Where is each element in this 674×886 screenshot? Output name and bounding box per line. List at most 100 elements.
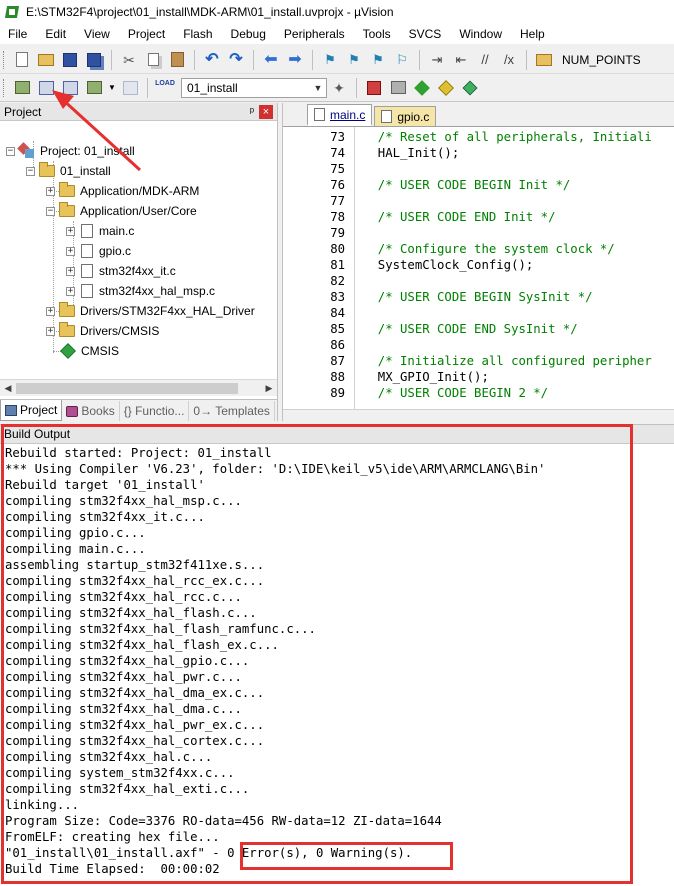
cut-button[interactable]: ✂: [118, 49, 140, 71]
close-icon[interactable]: ×: [259, 104, 273, 119]
code-line[interactable]: 80 /* Configure the system clock */: [283, 241, 674, 257]
manage-packs-button[interactable]: [387, 77, 409, 99]
code-line[interactable]: 85 /* USER CODE END SysInit */: [283, 321, 674, 337]
code-line[interactable]: 82: [283, 273, 674, 289]
redo-button[interactable]: ↷: [225, 49, 247, 71]
tree-group-mdk-arm[interactable]: + Application/MDK-ARM: [46, 181, 199, 201]
menu-debug[interactable]: Debug: [222, 27, 275, 41]
menu-edit[interactable]: Edit: [36, 27, 75, 41]
save-button[interactable]: [59, 49, 81, 71]
collapse-icon[interactable]: −: [6, 146, 15, 156]
tree-target[interactable]: − 01_install: [26, 161, 111, 181]
menu-help[interactable]: Help: [511, 27, 554, 41]
bookmark-prev-button[interactable]: ⚑: [343, 49, 365, 71]
navigate-forward-button[interactable]: ➡: [284, 49, 306, 71]
code-line[interactable]: 89 /* USER CODE BEGIN 2 */: [283, 385, 674, 401]
menu-flash[interactable]: Flash: [174, 27, 221, 41]
pack-installer-button[interactable]: [435, 77, 457, 99]
menu-file[interactable]: File: [0, 27, 36, 41]
rebuild-button[interactable]: [59, 77, 81, 99]
translate-button[interactable]: [11, 77, 33, 99]
tree-file-main[interactable]: + main.c: [66, 221, 134, 241]
menu-svcs[interactable]: SVCS: [400, 27, 451, 41]
menu-peripherals[interactable]: Peripherals: [275, 27, 354, 41]
undo-button[interactable]: ↶: [201, 49, 223, 71]
code-line[interactable]: 81 SystemClock_Config();: [283, 257, 674, 273]
stop-build-button[interactable]: [119, 77, 141, 99]
tree-group-hal-driver[interactable]: + Drivers/STM32F4xx_HAL_Driver: [46, 301, 255, 321]
menu-window[interactable]: Window: [450, 27, 511, 41]
code-line[interactable]: 74 HAL_Init();: [283, 145, 674, 161]
code-line[interactable]: 87 /* Initialize all configured peripher: [283, 353, 674, 369]
editor-tab-gpio-c[interactable]: gpio.c: [374, 106, 437, 126]
file-extensions-button[interactable]: [363, 77, 385, 99]
code-line[interactable]: 77: [283, 193, 674, 209]
code-line[interactable]: 76 /* USER CODE BEGIN Init */: [283, 177, 674, 193]
expand-icon[interactable]: +: [46, 306, 55, 316]
uncomment-button[interactable]: /x: [498, 49, 520, 71]
code-line[interactable]: 75: [283, 161, 674, 177]
batch-build-dropdown[interactable]: ▼: [107, 77, 117, 99]
editor-tab-main-c[interactable]: main.c: [307, 104, 373, 126]
tree-group-cmsis-drivers[interactable]: + Drivers/CMSIS: [46, 321, 159, 341]
collapse-icon[interactable]: −: [26, 166, 35, 176]
scroll-right-icon[interactable]: ▶: [261, 380, 277, 396]
expand-icon[interactable]: +: [66, 266, 75, 276]
scroll-thumb[interactable]: [16, 382, 238, 394]
target-select[interactable]: 01_install ▼: [181, 77, 327, 98]
code-line[interactable]: 73 /* Reset of all peripherals, Initiali: [283, 129, 674, 145]
navigate-back-button[interactable]: ⬅: [260, 49, 282, 71]
code-line[interactable]: 78 /* USER CODE END Init */: [283, 209, 674, 225]
indent-button[interactable]: ⇥: [426, 49, 448, 71]
expand-icon[interactable]: +: [66, 226, 75, 236]
pin-icon[interactable]: ᵖ: [245, 106, 259, 118]
comment-button[interactable]: //: [474, 49, 496, 71]
select-software-packs-button[interactable]: [459, 77, 481, 99]
tab-books[interactable]: Books: [62, 401, 120, 421]
menu-view[interactable]: View: [75, 27, 119, 41]
paste-button[interactable]: [166, 49, 188, 71]
tree-cmsis[interactable]: CMSIS: [59, 341, 119, 361]
build-button[interactable]: [35, 77, 57, 99]
tree-file-it[interactable]: + stm32f4xx_it.c: [66, 261, 176, 281]
expand-icon[interactable]: +: [66, 286, 75, 296]
open-file-button[interactable]: [35, 49, 57, 71]
find-combo-text[interactable]: NUM_POINTS: [562, 53, 641, 67]
project-horizontal-scrollbar[interactable]: ◀ ▶: [0, 379, 277, 396]
scroll-left-icon[interactable]: ◀: [0, 380, 16, 396]
code-line[interactable]: 86: [283, 337, 674, 353]
tab-project[interactable]: Project: [0, 400, 63, 421]
download-button[interactable]: LOAD: [154, 77, 176, 99]
tree-project-root[interactable]: − Project: 01_install: [6, 141, 135, 161]
new-file-button[interactable]: [11, 49, 33, 71]
editor-horizontal-scrollbar[interactable]: [283, 409, 674, 421]
tree-file-gpio[interactable]: + gpio.c: [66, 241, 131, 261]
unindent-button[interactable]: ⇤: [450, 49, 472, 71]
expand-icon[interactable]: +: [66, 246, 75, 256]
tree-file-hal-msp[interactable]: + stm32f4xx_hal_msp.c: [66, 281, 215, 301]
scroll-track[interactable]: [16, 381, 261, 396]
expand-icon[interactable]: +: [46, 186, 55, 196]
tree-group-user-core[interactable]: − Application/User/Core: [46, 201, 197, 221]
batch-build-button[interactable]: [83, 77, 105, 99]
code-line[interactable]: 84: [283, 305, 674, 321]
bookmark-toggle-button[interactable]: ⚑: [319, 49, 341, 71]
expand-icon[interactable]: +: [46, 326, 55, 336]
menu-tools[interactable]: Tools: [354, 27, 400, 41]
save-all-button[interactable]: [83, 49, 105, 71]
code-line[interactable]: 88 MX_GPIO_Init();: [283, 369, 674, 385]
tab-templates[interactable]: 0→ Templates: [189, 401, 275, 421]
bookmark-clear-button[interactable]: ⚐: [391, 49, 413, 71]
copy-button[interactable]: [142, 49, 164, 71]
code-area[interactable]: 73 /* Reset of all peripherals, Initiali…: [283, 127, 674, 409]
build-output-text[interactable]: Rebuild started: Project: 01_install *** …: [0, 444, 674, 884]
options-for-target-button[interactable]: ✦: [328, 77, 350, 99]
code-line[interactable]: 79: [283, 225, 674, 241]
collapse-icon[interactable]: −: [46, 206, 55, 216]
bookmark-next-button[interactable]: ⚑: [367, 49, 389, 71]
tab-functions[interactable]: {} Functio...: [120, 401, 190, 421]
menu-project[interactable]: Project: [119, 27, 174, 41]
run-time-env-button[interactable]: [411, 77, 433, 99]
code-line[interactable]: 83 /* USER CODE BEGIN SysInit */: [283, 289, 674, 305]
find-in-files-button[interactable]: [533, 49, 555, 71]
